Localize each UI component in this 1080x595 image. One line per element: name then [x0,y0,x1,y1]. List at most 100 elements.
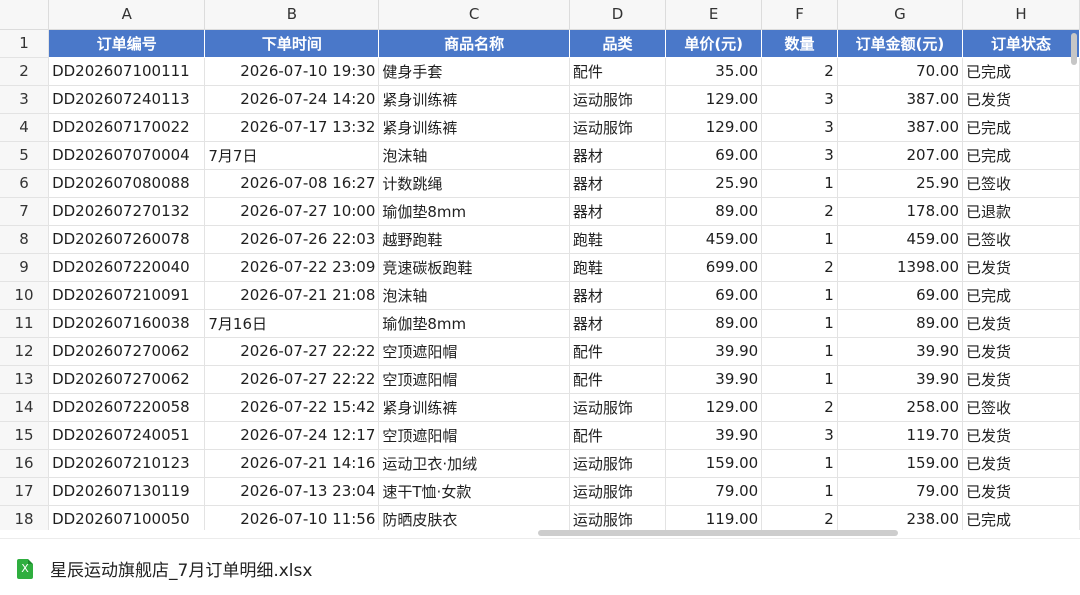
cell-order-status[interactable]: 已发货 [962,309,1080,338]
cell-unit-price[interactable]: 35.00 [665,57,763,86]
cell-order-status[interactable]: 已发货 [962,337,1080,366]
column-header-d[interactable]: D [569,0,667,30]
cell-order-id[interactable]: DD202607080088 [48,169,206,198]
cell-order-time[interactable]: 2026-07-27 22:22 [204,337,380,366]
cell-product-name[interactable]: 越野跑鞋 [378,225,570,254]
cell-category[interactable]: 运动服饰 [569,505,667,530]
cell-order-id[interactable]: DD202607220058 [48,393,206,422]
cell-category[interactable]: 配件 [569,57,667,86]
cell-order-id[interactable]: DD202607210123 [48,449,206,478]
cell-order-id[interactable]: DD202607240051 [48,421,206,450]
cell-order-time[interactable]: 2026-07-13 23:04 [204,477,380,506]
cell-quantity[interactable]: 1 [761,169,838,198]
cell-product-name[interactable]: 泡沫轴 [378,281,570,310]
cell-order-status[interactable]: 已发货 [962,253,1080,282]
cell-order-time[interactable]: 2026-07-10 19:30 [204,57,380,86]
cell-order-id[interactable]: DD202607220040 [48,253,206,282]
cell-order-time[interactable]: 2026-07-27 10:00 [204,197,380,226]
cell-order-status[interactable]: 已完成 [962,281,1080,310]
vertical-scrollbar[interactable] [1071,33,1077,65]
cell-order-status[interactable]: 已退款 [962,197,1080,226]
cell-category[interactable]: 运动服饰 [569,393,667,422]
cell-order-status[interactable]: 已完成 [962,141,1080,170]
column-header-c[interactable]: C [378,0,570,30]
cell-unit-price[interactable]: 129.00 [665,113,763,142]
column-header-f[interactable]: F [761,0,838,30]
cell-product-name[interactable]: 防晒皮肤衣 [378,505,570,530]
cell-order-id[interactable]: DD202607270062 [48,337,206,366]
cell-order-amount[interactable]: 387.00 [837,113,964,142]
cell-category[interactable]: 器材 [569,197,667,226]
header-order-status[interactable]: 订单状态 [962,29,1080,58]
cell-order-id[interactable]: DD202607100111 [48,57,206,86]
cell-order-time[interactable]: 2026-07-17 13:32 [204,113,380,142]
cell-order-id[interactable]: DD202607100050 [48,505,206,530]
cell-unit-price[interactable]: 79.00 [665,477,763,506]
cell-quantity[interactable]: 3 [761,421,838,450]
cell-product-name[interactable]: 速干T恤·女款 [378,477,570,506]
cell-product-name[interactable]: 紧身训练裤 [378,113,570,142]
row-number[interactable]: 8 [0,225,50,254]
cell-quantity[interactable]: 1 [761,225,838,254]
cell-quantity[interactable]: 2 [761,253,838,282]
cell-product-name[interactable]: 瑜伽垫8mm [378,197,570,226]
cell-order-status[interactable]: 已发货 [962,365,1080,394]
cell-order-id[interactable]: DD202607170022 [48,113,206,142]
cell-order-amount[interactable]: 70.00 [837,57,964,86]
cell-order-id[interactable]: DD202607160038 [48,309,206,338]
cell-category[interactable]: 运动服饰 [569,449,667,478]
cell-order-id[interactable]: DD202607210091 [48,281,206,310]
cell-unit-price[interactable]: 119.00 [665,505,763,530]
cell-order-id[interactable]: DD202607270132 [48,197,206,226]
row-number[interactable]: 10 [0,281,50,310]
cell-order-amount[interactable]: 207.00 [837,141,964,170]
cell-order-status[interactable]: 已发货 [962,85,1080,114]
cell-unit-price[interactable]: 69.00 [665,281,763,310]
row-number[interactable]: 13 [0,365,50,394]
cell-order-amount[interactable]: 69.00 [837,281,964,310]
cell-product-name[interactable]: 瑜伽垫8mm [378,309,570,338]
cell-category[interactable]: 配件 [569,365,667,394]
row-number[interactable]: 1 [0,29,50,58]
cell-quantity[interactable]: 1 [761,281,838,310]
cell-product-name[interactable]: 紧身训练裤 [378,85,570,114]
header-category[interactable]: 品类 [569,29,667,58]
cell-unit-price[interactable]: 39.90 [665,365,763,394]
cell-unit-price[interactable]: 89.00 [665,197,763,226]
cell-quantity[interactable]: 3 [761,85,838,114]
row-number[interactable]: 6 [0,169,50,198]
cell-quantity[interactable]: 1 [761,309,838,338]
row-number[interactable]: 11 [0,309,50,338]
cell-order-id[interactable]: DD202607260078 [48,225,206,254]
column-header-h[interactable]: H [962,0,1080,30]
cell-unit-price[interactable]: 39.90 [665,337,763,366]
cell-quantity[interactable]: 2 [761,197,838,226]
cell-order-amount[interactable]: 459.00 [837,225,964,254]
cell-product-name[interactable]: 空顶遮阳帽 [378,365,570,394]
cell-product-name[interactable]: 运动卫衣·加绒 [378,449,570,478]
cell-quantity[interactable]: 1 [761,365,838,394]
column-header-b[interactable]: B [204,0,380,30]
cell-order-time[interactable]: 2026-07-10 11:56 [204,505,380,530]
header-order-amount[interactable]: 订单金额(元) [837,29,964,58]
cell-order-amount[interactable]: 178.00 [837,197,964,226]
cell-order-status[interactable]: 已发货 [962,449,1080,478]
cell-order-amount[interactable]: 1398.00 [837,253,964,282]
cell-quantity[interactable]: 2 [761,393,838,422]
cell-order-status[interactable]: 已完成 [962,505,1080,530]
cell-order-status[interactable]: 已完成 [962,57,1080,86]
cell-unit-price[interactable]: 129.00 [665,85,763,114]
cell-category[interactable]: 器材 [569,169,667,198]
cell-category[interactable]: 运动服饰 [569,477,667,506]
cell-unit-price[interactable]: 89.00 [665,309,763,338]
cell-order-amount[interactable]: 387.00 [837,85,964,114]
select-all-corner[interactable] [0,0,50,30]
cell-unit-price[interactable]: 159.00 [665,449,763,478]
header-order-time[interactable]: 下单时间 [204,29,380,58]
cell-order-status[interactable]: 已签收 [962,169,1080,198]
cell-order-amount[interactable]: 119.70 [837,421,964,450]
header-order-id[interactable]: 订单编号 [48,29,206,58]
cell-quantity[interactable]: 3 [761,113,838,142]
cell-order-id[interactable]: DD202607130119 [48,477,206,506]
header-quantity[interactable]: 数量 [761,29,838,58]
